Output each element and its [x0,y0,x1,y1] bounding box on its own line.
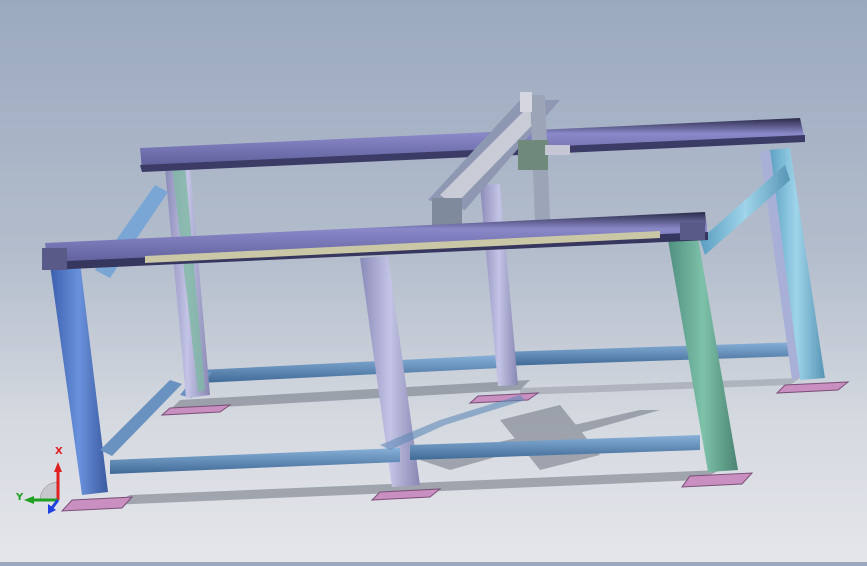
axis-sphere-icon [39,481,59,501]
x-axis-label: X [55,446,63,457]
3d-viewport[interactable]: X Y [0,0,867,562]
axis-arrows [24,462,62,514]
y-axis-label: Y [16,492,24,503]
gantry-frame-model[interactable] [0,0,867,562]
view-orientation-triad[interactable]: X Y [14,440,74,520]
